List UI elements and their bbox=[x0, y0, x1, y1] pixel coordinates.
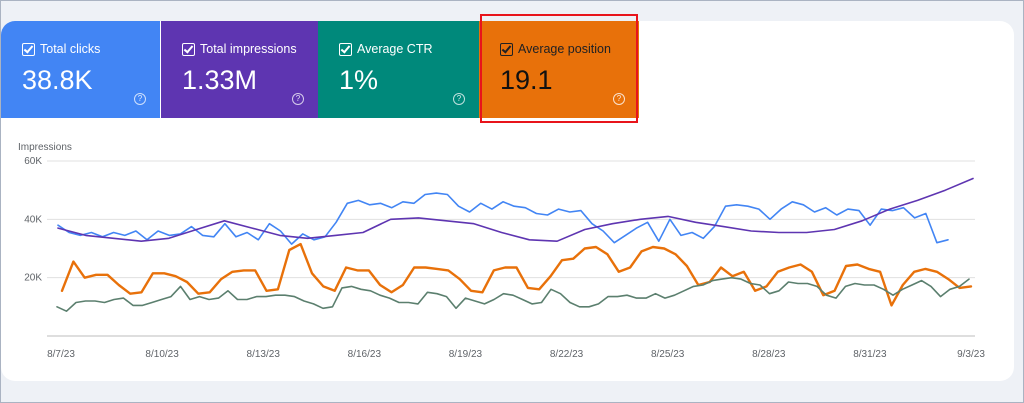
x-tick-label: 8/16/23 bbox=[348, 349, 382, 360]
y-tick-label: 40K bbox=[24, 214, 42, 225]
x-tick-label: 8/7/23 bbox=[47, 349, 75, 360]
y-tick-label: 60K bbox=[24, 156, 42, 167]
y-tick-labels: 60K 40K 20K bbox=[24, 156, 42, 284]
x-tick-label: 8/19/23 bbox=[449, 349, 483, 360]
x-tick-label: 8/28/23 bbox=[752, 349, 786, 360]
series-line bbox=[56, 276, 970, 313]
x-tick-label: 8/10/23 bbox=[145, 349, 179, 360]
x-tick-label: 8/31/23 bbox=[853, 349, 887, 360]
x-tick-label: 8/25/23 bbox=[651, 349, 685, 360]
series-line bbox=[57, 177, 974, 242]
grid-lines bbox=[47, 160, 975, 337]
performance-chart: Impressions 60K 40K 20K 8/7/23 8/10/23 8/13/… bbox=[18, 142, 985, 360]
x-tick-labels: 8/7/23 8/10/23 8/13/23 8/16/23 8/19/23 8/22/2… bbox=[47, 349, 985, 360]
series-line bbox=[57, 192, 949, 245]
x-tick-label: 9/3/23 bbox=[957, 349, 985, 360]
series-lines bbox=[56, 177, 974, 313]
y-axis-label: Impressions bbox=[18, 142, 72, 153]
y-tick-label: 20K bbox=[24, 273, 42, 284]
x-tick-label: 8/13/23 bbox=[247, 349, 281, 360]
x-tick-label: 8/22/23 bbox=[550, 349, 584, 360]
